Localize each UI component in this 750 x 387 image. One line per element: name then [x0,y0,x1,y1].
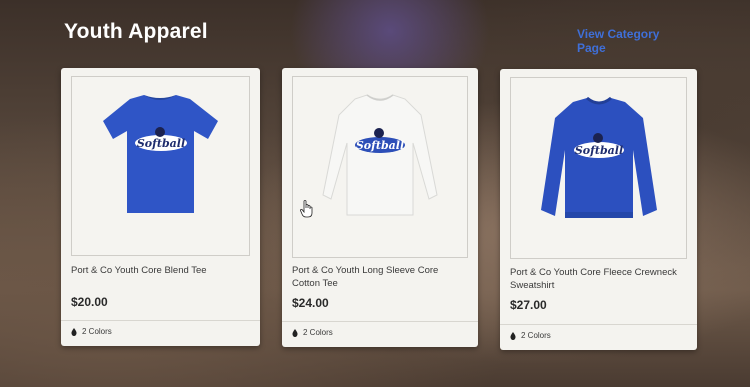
product-name[interactable]: Port & Co Youth Core Fleece Crewneck Swe… [510,266,687,292]
card-divider [500,324,697,325]
product-price: $20.00 [71,295,108,309]
card-divider [282,321,478,322]
color-count-label: 2 Colors [303,328,333,337]
drop-icon [71,327,77,336]
product-price: $27.00 [510,298,547,312]
product-name[interactable]: Port & Co Youth Core Blend Tee [71,264,250,277]
sweatshirt-image: Softball [541,96,657,218]
tee-image: Softball [103,95,218,213]
color-count: 2 Colors [510,331,551,340]
section-title: Youth Apparel [64,20,208,43]
view-category-link[interactable]: View Category Page [577,27,690,55]
product-price: $24.00 [292,296,329,310]
section-header: Youth Apparel View Category Page [64,14,690,55]
product-image[interactable]: Softball [292,76,468,258]
product-card[interactable]: Softball Port & Co Youth Core Fleece Cre… [500,69,697,350]
product-image[interactable]: Softball [510,77,687,259]
color-count-label: 2 Colors [82,327,112,336]
color-count: 2 Colors [292,328,333,337]
drop-icon [510,331,516,340]
color-count: 2 Colors [71,327,112,336]
card-divider [61,320,260,321]
long-sleeve-image: Softball [322,94,438,216]
product-card[interactable]: Softball Port & Co Youth Core Blend Tee … [61,68,260,346]
color-count-label: 2 Colors [521,331,551,340]
hand-cursor-icon [300,200,313,218]
svg-text:Softball: Softball [137,137,185,150]
product-name[interactable]: Port & Co Youth Long Sleeve Core Cotton … [292,264,468,290]
drop-icon [292,328,298,337]
svg-text:Softball: Softball [575,144,623,157]
svg-text:Softball: Softball [356,139,404,152]
product-image[interactable]: Softball [71,76,250,256]
